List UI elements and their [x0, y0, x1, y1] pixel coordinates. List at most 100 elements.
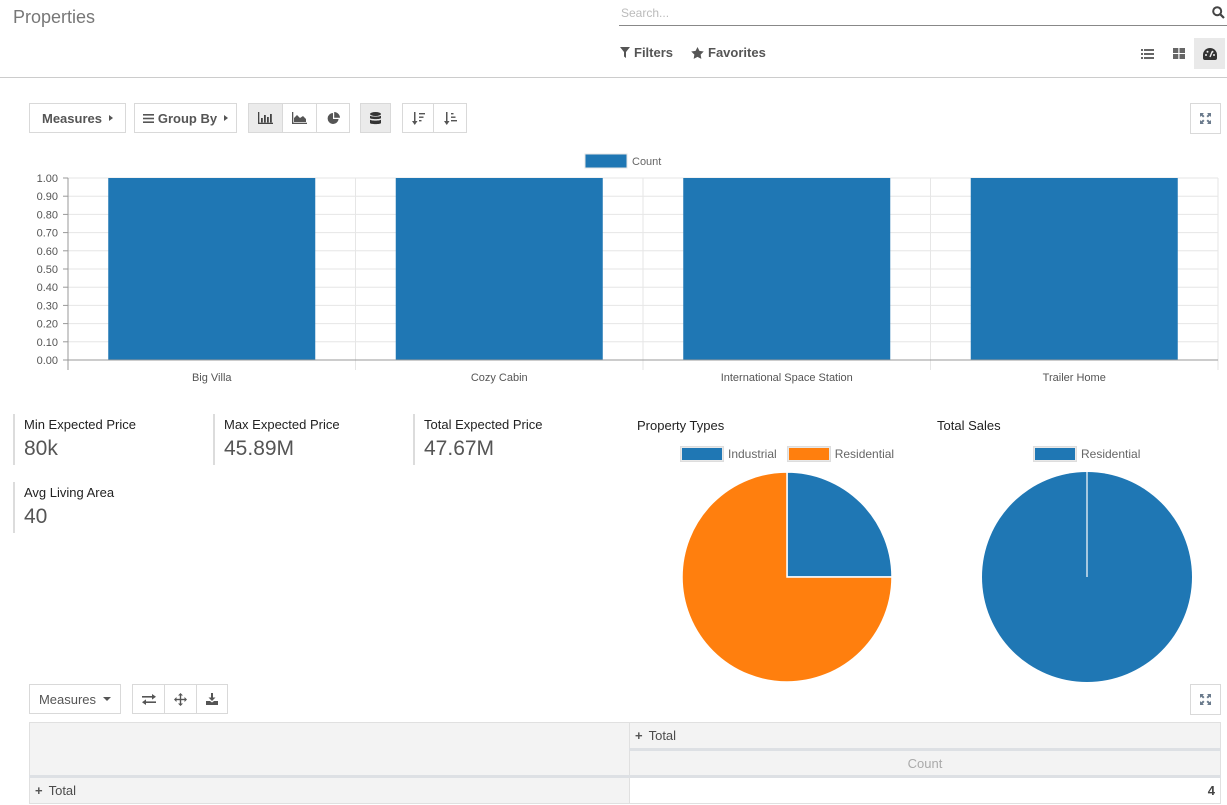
caret-down-icon: [103, 697, 112, 701]
legend-swatch-residential: [786, 446, 831, 462]
view-switcher: [1132, 38, 1225, 69]
pivot-corner: [29, 722, 630, 778]
kpi-label: Avg Living Area: [24, 485, 115, 500]
pivot-measures-label: Measures: [38, 691, 97, 707]
arrows-icon: [174, 692, 187, 706]
pivot-table: + Total Count + Total 4: [29, 722, 1221, 804]
kpi-min-expected-price[interactable]: Min Expected Price 80k: [13, 414, 203, 465]
favorites-label: Favorites: [708, 45, 766, 60]
y-tick-label: 0.40: [37, 282, 58, 294]
group-by-label: Group By: [157, 110, 218, 126]
property-types-pie: [681, 471, 893, 683]
search-icon[interactable]: [1212, 6, 1225, 24]
filter-icon: [620, 47, 630, 58]
measures-dropdown[interactable]: Measures: [29, 103, 126, 133]
plus-icon: +: [635, 728, 643, 743]
legend-swatch-count: [584, 153, 628, 169]
favorites-button[interactable]: Favorites: [691, 45, 766, 60]
line-chart-button[interactable]: [283, 103, 317, 133]
dashboard-view-button[interactable]: [1194, 38, 1225, 69]
plus-icon: +: [35, 783, 43, 798]
measures-label: Measures: [42, 110, 102, 126]
expand-pivot-button[interactable]: [1190, 684, 1221, 715]
filters-button[interactable]: Filters: [620, 45, 673, 60]
kpi-max-expected-price[interactable]: Max Expected Price 45.89M: [213, 414, 403, 465]
download-button[interactable]: [197, 684, 228, 714]
download-icon: [206, 693, 218, 705]
sort-descending-button[interactable]: [402, 103, 434, 133]
kanban-icon: [1172, 48, 1185, 59]
total-sales-pie: [982, 472, 1192, 682]
y-tick-label: 0.00: [37, 355, 58, 367]
expand-all-button[interactable]: [165, 684, 197, 714]
property-types-title: Property Types: [637, 418, 725, 433]
sort-ascending-icon: [443, 111, 457, 125]
pie-chart-button[interactable]: [317, 103, 350, 133]
y-tick-label: 0.90: [37, 191, 58, 203]
y-tick-label: 0.70: [37, 228, 58, 240]
property-types-legend: Industrial Residential: [680, 446, 894, 462]
star-icon: [691, 46, 704, 59]
kanban-view-button[interactable]: [1163, 38, 1194, 69]
legend-swatch-industrial: [680, 446, 724, 462]
bar-trailer-home: [970, 178, 1178, 360]
bar-big-villa: [108, 178, 316, 360]
kpi-avg-living-area[interactable]: Avg Living Area 40: [13, 482, 203, 533]
sort-descending-icon: [411, 111, 425, 125]
pivot-cell-total[interactable]: 4: [629, 776, 1221, 804]
filters-label: Filters: [634, 45, 674, 60]
pivot-actions-group: [132, 684, 228, 714]
exchange-icon: [141, 693, 156, 705]
bars-icon: [142, 113, 154, 123]
y-tick-label: 0.50: [37, 264, 58, 276]
list-view-button[interactable]: [1132, 38, 1163, 69]
col-header-label: Total: [648, 728, 677, 743]
expand-icon: [1200, 113, 1211, 124]
page-title: Properties: [13, 7, 96, 27]
flip-axis-button[interactable]: [132, 684, 165, 714]
caret-right-icon: [108, 115, 113, 121]
list-icon: [1141, 48, 1154, 59]
pivot-measures-dropdown[interactable]: Measures: [29, 684, 121, 714]
kpi-total-expected-price[interactable]: Total Expected Price 47.67M: [413, 414, 603, 465]
legend-label: Industrial: [728, 447, 777, 461]
bar-cozy-cabin: [395, 178, 603, 360]
pie-slice-industrial: [786, 471, 893, 578]
bar-international-space-station: [683, 178, 891, 360]
kpi-label: Min Expected Price: [24, 417, 136, 432]
total-sales-legend: Residential: [1033, 446, 1141, 462]
kpi-value: 40: [24, 505, 48, 528]
pivot-col-header-total[interactable]: + Total: [629, 722, 1221, 751]
pivot-row-header-total[interactable]: + Total: [29, 776, 630, 804]
y-tick-label: 1.00: [37, 173, 58, 185]
kpi-label: Total Expected Price: [424, 417, 543, 432]
y-tick-label: 0.80: [37, 209, 58, 221]
sort-group: [402, 103, 467, 133]
y-tick-label: 0.20: [37, 319, 58, 331]
search-input[interactable]: [619, 3, 1199, 23]
x-tick-label: Big Villa: [192, 372, 232, 384]
search-bar[interactable]: [619, 3, 1227, 26]
legend-label-count: Count: [632, 156, 661, 168]
group-by-dropdown[interactable]: Group By: [134, 103, 237, 133]
dashboard-icon: [1202, 47, 1217, 60]
kpi-value: 80k: [24, 437, 58, 460]
row-header-label: Total: [48, 783, 77, 798]
expand-icon: [1200, 694, 1211, 705]
header-divider: [0, 77, 1227, 78]
database-icon: [370, 111, 381, 124]
pivot-measure-header[interactable]: Count: [629, 749, 1221, 778]
legend-swatch-residential: [1033, 446, 1077, 462]
sort-ascending-button[interactable]: [434, 103, 467, 133]
x-tick-label: International Space Station: [721, 372, 853, 384]
expand-graph-button[interactable]: [1190, 103, 1221, 134]
stacked-toggle-button[interactable]: [360, 103, 391, 133]
chart-mode-group: [248, 103, 350, 133]
x-tick-label: Cozy Cabin: [471, 372, 528, 384]
legend-label: Residential: [1081, 447, 1141, 461]
y-tick-label: 0.30: [37, 300, 58, 312]
y-tick-label: 0.60: [37, 246, 58, 258]
area-chart-icon: [292, 112, 307, 124]
kpi-value: 45.89M: [224, 437, 295, 460]
bar-chart-button[interactable]: [248, 103, 283, 133]
